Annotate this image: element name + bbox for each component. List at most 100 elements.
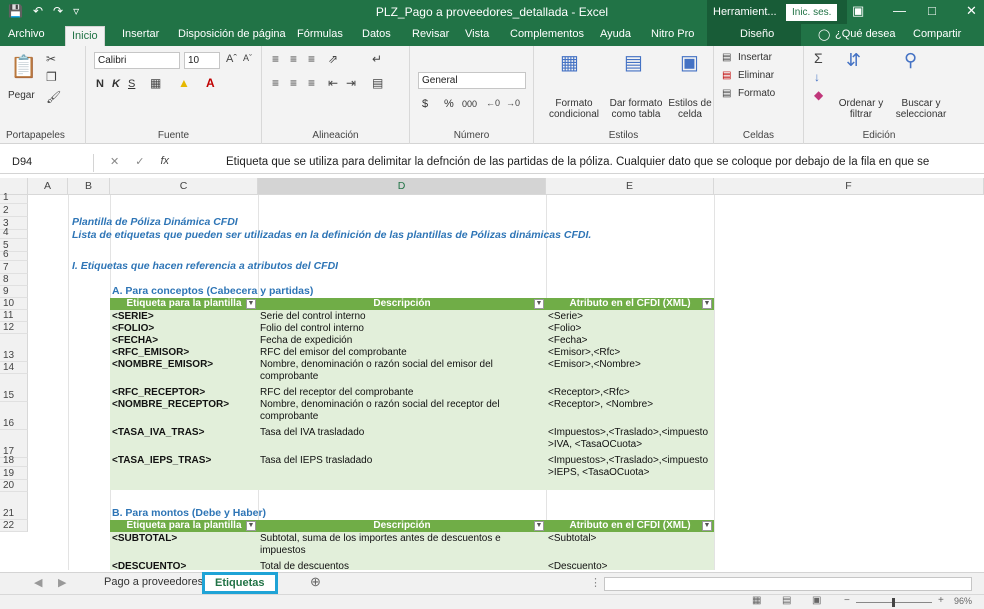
increase-decimal-icon[interactable]: ←0 — [486, 98, 500, 108]
sheet-scroll-right-icon[interactable]: ▶ — [58, 576, 66, 589]
row-header[interactable]: 6 — [0, 249, 28, 261]
row-header[interactable]: 18 — [0, 455, 28, 467]
attribute-cell[interactable]: <Emisor>,<Nombre> — [546, 359, 710, 387]
page-layout-icon[interactable]: ▤ — [782, 595, 791, 606]
row-header[interactable]: 13 — [0, 334, 28, 362]
filter-dropdown-icon[interactable]: ▼ — [246, 521, 256, 531]
row-header[interactable]: 14 — [0, 362, 28, 374]
tag-cell[interactable]: <FECHA> — [110, 335, 254, 347]
table-b-header-descripcion[interactable]: Descripción ▼ — [258, 520, 546, 532]
column-header-e[interactable]: E — [546, 178, 714, 195]
row-header[interactable]: 15 — [0, 374, 28, 402]
row-header[interactable]: 4 — [0, 227, 28, 239]
tab-archivo[interactable]: Archivo — [8, 28, 45, 40]
tab-diseno[interactable]: Diseño — [740, 28, 774, 40]
formula-input[interactable]: Etiqueta que se utiliza para delimitar l… — [226, 156, 966, 168]
row-header[interactable]: 2 — [0, 204, 28, 217]
column-header-f[interactable]: F — [714, 178, 984, 195]
insert-cells-button[interactable]: Insertar — [738, 52, 772, 63]
sheet-scroll-left-icon[interactable]: ◀ — [34, 576, 42, 589]
autosum-icon[interactable]: Σ — [814, 50, 823, 66]
row-header[interactable]: 20 — [0, 480, 28, 492]
filter-dropdown-icon[interactable]: ▼ — [246, 299, 256, 309]
close-icon[interactable]: ✕ — [966, 3, 977, 19]
decrease-decimal-icon[interactable]: →0 — [506, 98, 520, 108]
row-header[interactable]: 7 — [0, 261, 28, 274]
merge-center-icon[interactable]: ▤ — [372, 76, 383, 90]
tab-formulas[interactable]: Fórmulas — [297, 28, 343, 40]
page-break-icon[interactable]: ▣ — [812, 595, 821, 606]
row-header[interactable]: 10 — [0, 298, 28, 310]
tab-insertar[interactable]: Insertar — [122, 28, 159, 40]
row-header[interactable]: 12 — [0, 322, 28, 334]
filter-dropdown-icon[interactable]: ▼ — [534, 299, 544, 309]
description-cell[interactable]: Serie del control interno — [258, 311, 542, 323]
attribute-cell[interactable]: <Receptor>,<Rfc> — [546, 387, 710, 399]
format-table-icon[interactable]: ▤ — [624, 50, 643, 75]
description-cell[interactable]: Subtotal, suma de los importes antes de … — [258, 533, 542, 561]
table-b-header-etiqueta[interactable]: Etiqueta para la plantilla ▼ — [110, 520, 258, 532]
table-b-header-atributo[interactable]: Atributo en el CFDI (XML) ▼ — [546, 520, 714, 532]
filter-dropdown-icon[interactable]: ▼ — [702, 521, 712, 531]
fill-icon[interactable]: ↓ — [814, 70, 820, 84]
align-top-icon[interactable]: ≡ — [272, 52, 279, 66]
find-select-icon[interactable]: ⚲ — [904, 50, 917, 71]
tag-cell[interactable]: <TASA_IEPS_TRAS> — [110, 455, 254, 483]
description-cell[interactable]: Total de descuentos — [258, 561, 542, 570]
italic-button[interactable]: K — [112, 78, 120, 90]
orientation-icon[interactable]: ⇗ — [328, 52, 338, 66]
tag-cell[interactable]: <RFC_EMISOR> — [110, 347, 254, 359]
attribute-cell[interactable]: <Impuestos>,<Traslado>,<impuesto >IVA, <… — [546, 427, 710, 455]
conditional-format-icon[interactable]: ▦ — [560, 50, 579, 75]
row-header[interactable]: 1 — [0, 192, 28, 204]
tab-nitro[interactable]: Nitro Pro — [651, 28, 694, 40]
confirm-icon[interactable]: ✓ — [135, 155, 144, 168]
description-cell[interactable]: RFC del emisor del comprobante — [258, 347, 542, 359]
row-header[interactable]: 16 — [0, 402, 28, 430]
maximize-icon[interactable]: □ — [928, 3, 936, 18]
description-cell[interactable]: Fecha de expedición — [258, 335, 542, 347]
align-bottom-icon[interactable]: ≡ — [308, 52, 315, 66]
underline-button[interactable]: S — [128, 78, 135, 90]
tag-cell[interactable]: <SUBTOTAL> — [110, 533, 254, 561]
wrap-text-icon[interactable]: ↵ — [372, 52, 382, 66]
description-cell[interactable]: Folio del control interno — [258, 323, 542, 335]
name-box[interactable]: D94 — [4, 154, 94, 172]
zoom-out-icon[interactable]: − — [844, 595, 850, 606]
bold-button[interactable]: N — [96, 78, 104, 90]
tag-cell[interactable]: <FOLIO> — [110, 323, 254, 335]
decrease-font-icon[interactable]: Aˇ — [243, 53, 252, 63]
find-select-button[interactable]: Buscar y seleccionar — [890, 98, 952, 120]
ribbon-display-icon[interactable]: ▣ — [852, 3, 864, 19]
font-name-select[interactable]: Calibri — [94, 52, 180, 69]
attribute-cell[interactable]: <Emisor>,<Rfc> — [546, 347, 710, 359]
clear-icon[interactable]: ◆ — [814, 88, 823, 102]
zoom-level[interactable]: 96% — [954, 596, 972, 606]
number-format-select[interactable]: General — [418, 72, 526, 89]
tab-revisar[interactable]: Revisar — [412, 28, 449, 40]
attribute-cell[interactable]: <Receptor>, <Nombre> — [546, 399, 710, 427]
row-header[interactable]: 8 — [0, 274, 28, 286]
align-right-icon[interactable]: ≡ — [308, 76, 315, 90]
signin-button[interactable]: Inic. ses. — [786, 4, 838, 21]
fill-color-icon[interactable]: ▲ — [178, 76, 190, 90]
format-cells-button[interactable]: Formato — [738, 88, 775, 99]
sort-filter-icon[interactable]: ⇵ — [846, 50, 861, 71]
normal-view-icon[interactable]: ▦ — [752, 595, 761, 606]
zoom-in-icon[interactable]: + — [938, 595, 944, 606]
table-a-header-descripcion[interactable]: Descripción ▼ — [258, 298, 546, 310]
increase-indent-icon[interactable]: ⇥ — [346, 76, 356, 90]
add-sheet-icon[interactable]: ⊕ — [310, 574, 321, 590]
cut-icon[interactable]: ✂ — [46, 52, 56, 66]
format-as-table-button[interactable]: Dar formato como tabla — [606, 98, 666, 120]
decrease-indent-icon[interactable]: ⇤ — [328, 76, 338, 90]
column-header-d[interactable]: D — [258, 178, 546, 195]
description-cell[interactable]: Tasa del IEPS trasladado — [258, 455, 542, 483]
paste-label[interactable]: Pegar — [8, 90, 35, 101]
paste-icon[interactable]: 📋 — [10, 54, 37, 80]
attribute-cell[interactable]: <Fecha> — [546, 335, 710, 347]
attribute-cell[interactable]: <Folio> — [546, 323, 710, 335]
row-header[interactable]: 17 — [0, 430, 28, 458]
description-cell[interactable]: Tasa del IVA trasladado — [258, 427, 542, 455]
tag-cell[interactable]: <NOMBRE_EMISOR> — [110, 359, 254, 387]
